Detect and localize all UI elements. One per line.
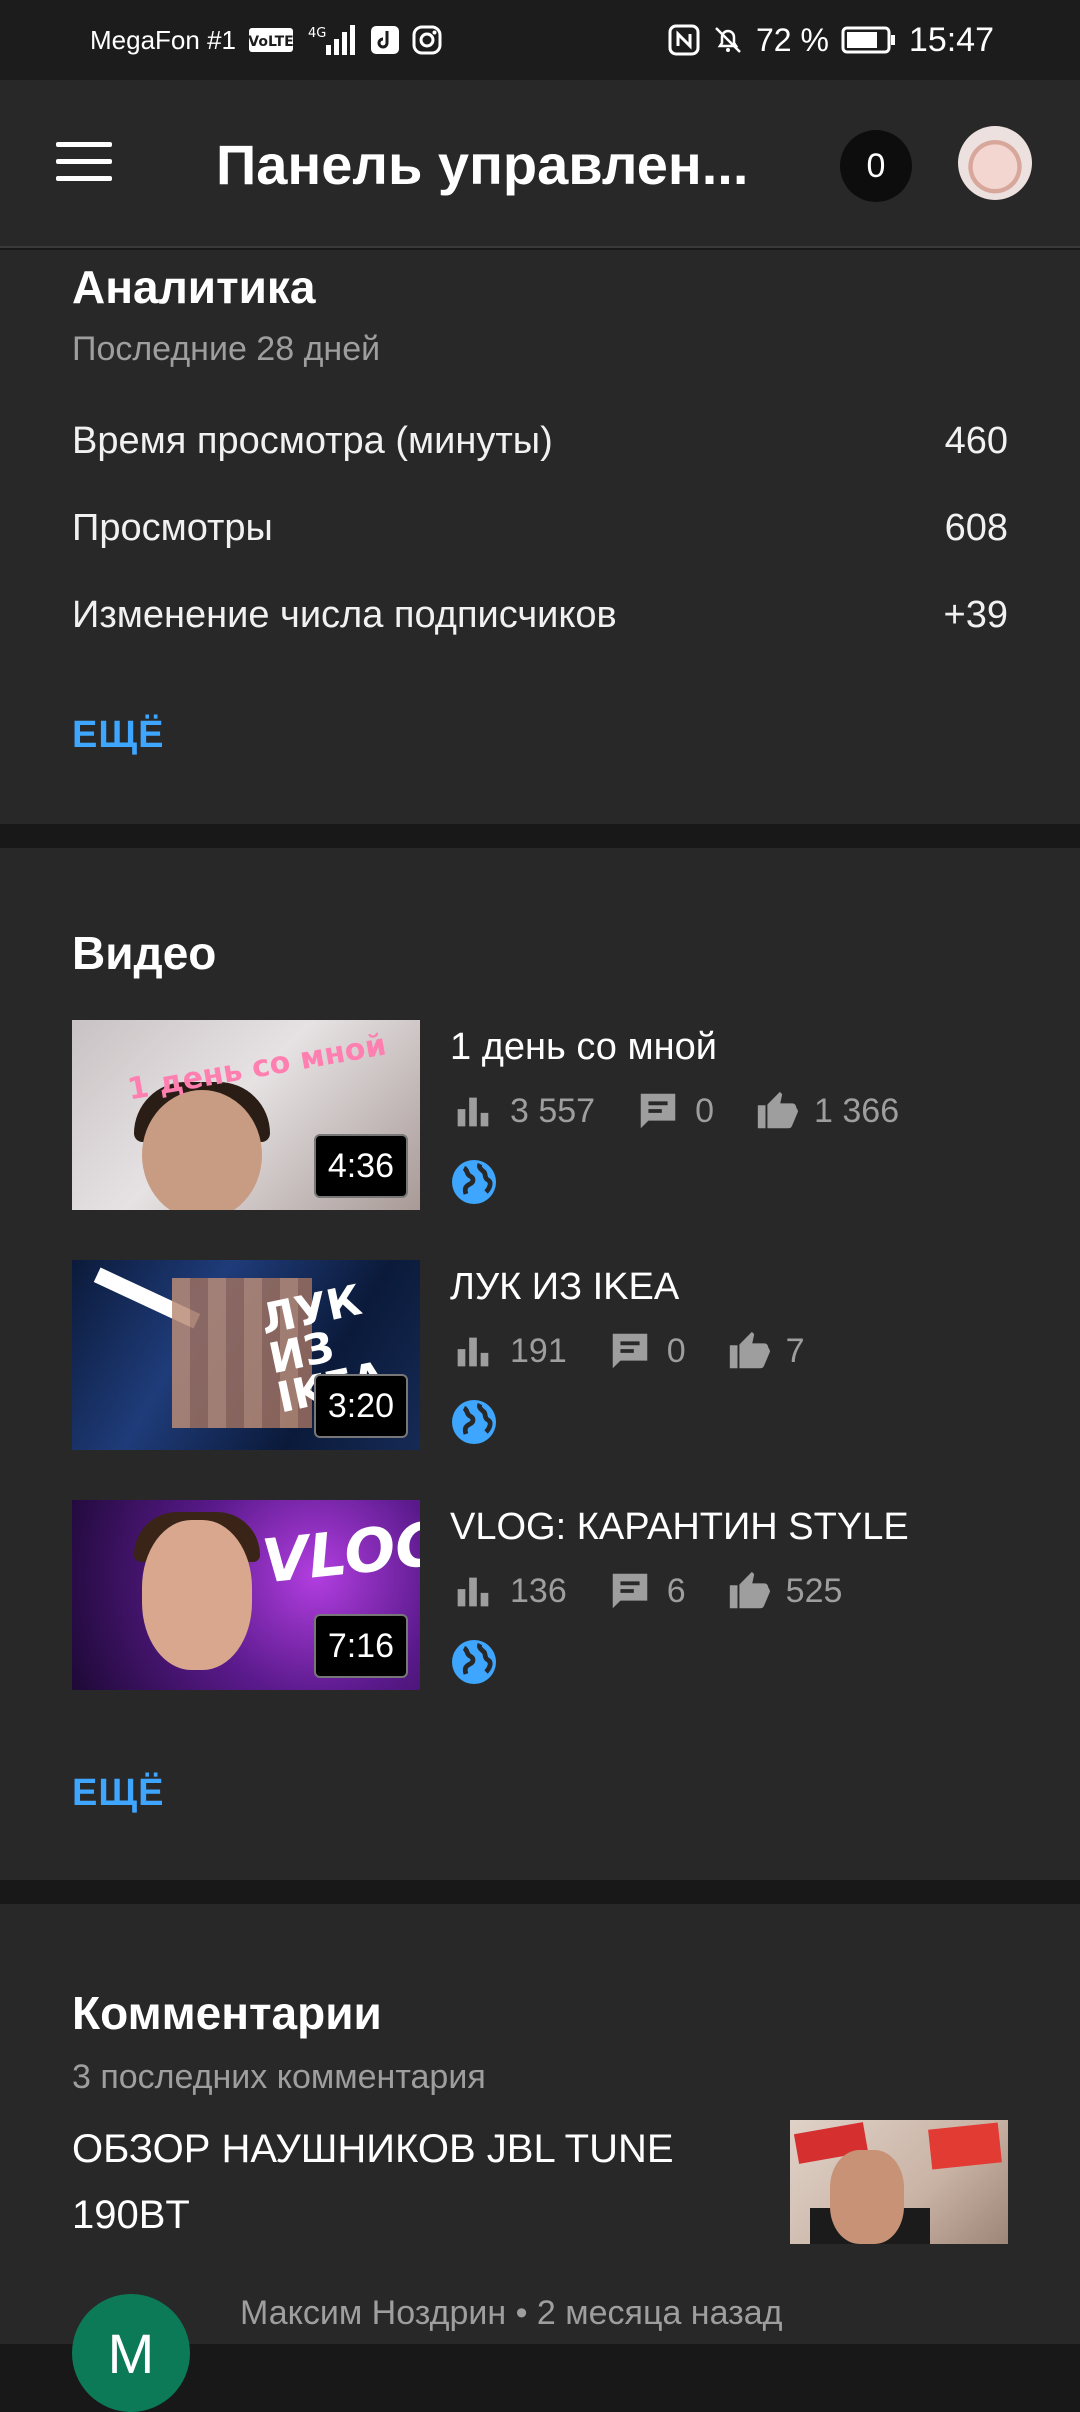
analytics-title: Аналитика: [72, 261, 316, 313]
comments-count: 0: [666, 1331, 686, 1370]
video-duration: 4:36: [313, 1134, 408, 1198]
globe-icon: [452, 1160, 496, 1204]
thumb-up-icon: [729, 1571, 770, 1609]
likes-count: 7: [785, 1331, 805, 1370]
notifications-button[interactable]: 0: [840, 130, 912, 202]
subscribers-change-label: Изменение числа подписчиков: [72, 594, 617, 636]
analytics-period: Последние 28 дней: [72, 330, 381, 368]
comments-stat: 0: [635, 1088, 714, 1134]
comments-subtitle: 3 последних комментария: [72, 2058, 486, 2096]
video-stats: 3 557 0 1 366: [450, 1086, 939, 1136]
comment-video-title[interactable]: ОБЗОР НАУШНИКОВ JBL TUNE 190BT: [72, 2116, 712, 2248]
views-count: 136: [510, 1571, 567, 1610]
video-thumbnail[interactable]: VLOG 7:16: [72, 1500, 420, 1690]
thumb-up-icon: [757, 1091, 799, 1129]
comments-count: 6: [666, 1571, 686, 1610]
status-right: 72 % 15:47: [668, 21, 994, 60]
video-thumbnail[interactable]: 1 день со мной 4:36: [72, 1020, 420, 1210]
menu-icon[interactable]: [54, 140, 114, 184]
tiktok-icon: [370, 25, 400, 55]
globe-icon: [452, 1640, 496, 1684]
video-duration: 3:20: [313, 1374, 408, 1438]
instagram-icon: [412, 25, 442, 55]
video-duration: 7:16: [313, 1614, 408, 1678]
video-title[interactable]: ЛУК ИЗ IKEA: [450, 1266, 679, 1309]
bar-chart-icon: [457, 1337, 489, 1367]
thumbnail-caption: VLOG: [258, 1508, 420, 1598]
comments-count: 0: [695, 1091, 715, 1130]
status-bar: MegaFon #1 VoLTE 4G 72 % 15:47: [0, 0, 1080, 80]
video-item[interactable]: VLOG 7:16 VLOG: КАРАНТИН STYLE 136 6 525: [72, 1500, 1008, 1690]
views-stat: 191: [450, 1328, 567, 1374]
svg-text:4G: 4G: [308, 26, 326, 41]
svg-text:VoLTE: VoLTE: [248, 34, 293, 50]
video-item[interactable]: ЛУК ИЗ IKEA 3:20 ЛУК ИЗ IKEA 191 0 7: [72, 1260, 1008, 1450]
likes-stat: 7: [726, 1328, 805, 1374]
volte-icon: VoLTE: [248, 26, 294, 54]
comments-stat: 0: [607, 1328, 686, 1374]
carrier-name: MegaFon #1: [90, 24, 236, 55]
comments-stat: 6: [607, 1568, 686, 1614]
analytics-card: Аналитика Последние 28 дней Время просмо…: [0, 250, 1080, 824]
comment-icon: [640, 1093, 676, 1129]
likes-count: 525: [785, 1571, 843, 1610]
app-bar: Панель управлен... 0: [0, 80, 1080, 248]
battery-icon: [841, 25, 897, 55]
views-stat: 3 557: [450, 1088, 595, 1134]
clock: 15:47: [908, 20, 994, 59]
comments-title: Комментарии: [72, 1987, 382, 2039]
views-count: 3 557: [510, 1091, 596, 1130]
thumbnail-caption: 1 день со мной: [124, 1027, 389, 1108]
video-stats: 191 0 7: [450, 1326, 845, 1376]
likes-count: 1 366: [814, 1091, 900, 1130]
status-left: MegaFon #1 VoLTE 4G: [90, 23, 442, 57]
thumb-up-icon: [729, 1331, 770, 1369]
bell-off-icon: [712, 24, 744, 56]
video-title[interactable]: 1 день со мной: [450, 1026, 717, 1069]
comment-author-meta: Максим Ноздрин • 2 месяца назад: [240, 2294, 783, 2332]
thumbnail-face: [830, 2150, 904, 2244]
bar-chart-icon: [457, 1577, 489, 1607]
battery-percent: 72 %: [755, 21, 829, 58]
notification-count: 0: [866, 146, 886, 185]
signal-icon: 4G: [306, 23, 358, 57]
videos-card: Видео 1 день со мной 4:36 1 день со мной…: [0, 848, 1080, 1880]
watch-time-value: 460: [944, 420, 1008, 462]
video-stats: 136 6 525: [450, 1566, 882, 1616]
video-thumbnail[interactable]: ЛУК ИЗ IKEA 3:20: [72, 1260, 420, 1450]
comment-author-avatar[interactable]: М: [72, 2294, 190, 2412]
views-label: Просмотры: [72, 507, 273, 549]
views-value: 608: [944, 507, 1008, 549]
comment-icon: [612, 1333, 647, 1369]
nfc-icon: [668, 24, 700, 56]
avatar[interactable]: [958, 126, 1032, 200]
author-initial: М: [107, 2321, 155, 2385]
views-count: 191: [510, 1331, 567, 1370]
views-stat: 136: [450, 1568, 567, 1614]
videos-title: Видео: [72, 927, 217, 979]
thumbnail-badge: [928, 2122, 1002, 2170]
watch-time-label: Время просмотра (минуты): [72, 420, 553, 462]
thumbnail-face: [142, 1090, 262, 1210]
subscribers-change-value: +39: [943, 594, 1008, 636]
comment-video-thumbnail[interactable]: [790, 2120, 1008, 2244]
analytics-more-button[interactable]: ЕЩЁ: [72, 714, 165, 757]
thumbnail-face: [142, 1520, 252, 1670]
page-title: Панель управлен...: [216, 133, 749, 196]
video-item[interactable]: 1 день со мной 4:36 1 день со мной 3 557…: [72, 1020, 1008, 1210]
globe-icon: [452, 1400, 496, 1444]
likes-stat: 1 366: [754, 1088, 899, 1134]
video-title[interactable]: VLOG: КАРАНТИН STYLE: [450, 1506, 909, 1549]
comment-icon: [612, 1573, 647, 1609]
likes-stat: 525: [726, 1568, 843, 1614]
comments-card: Комментарии 3 последних комментария ОБЗО…: [0, 1904, 1080, 2412]
bar-chart-icon: [457, 1097, 489, 1127]
videos-more-button[interactable]: ЕЩЁ: [72, 1772, 165, 1815]
